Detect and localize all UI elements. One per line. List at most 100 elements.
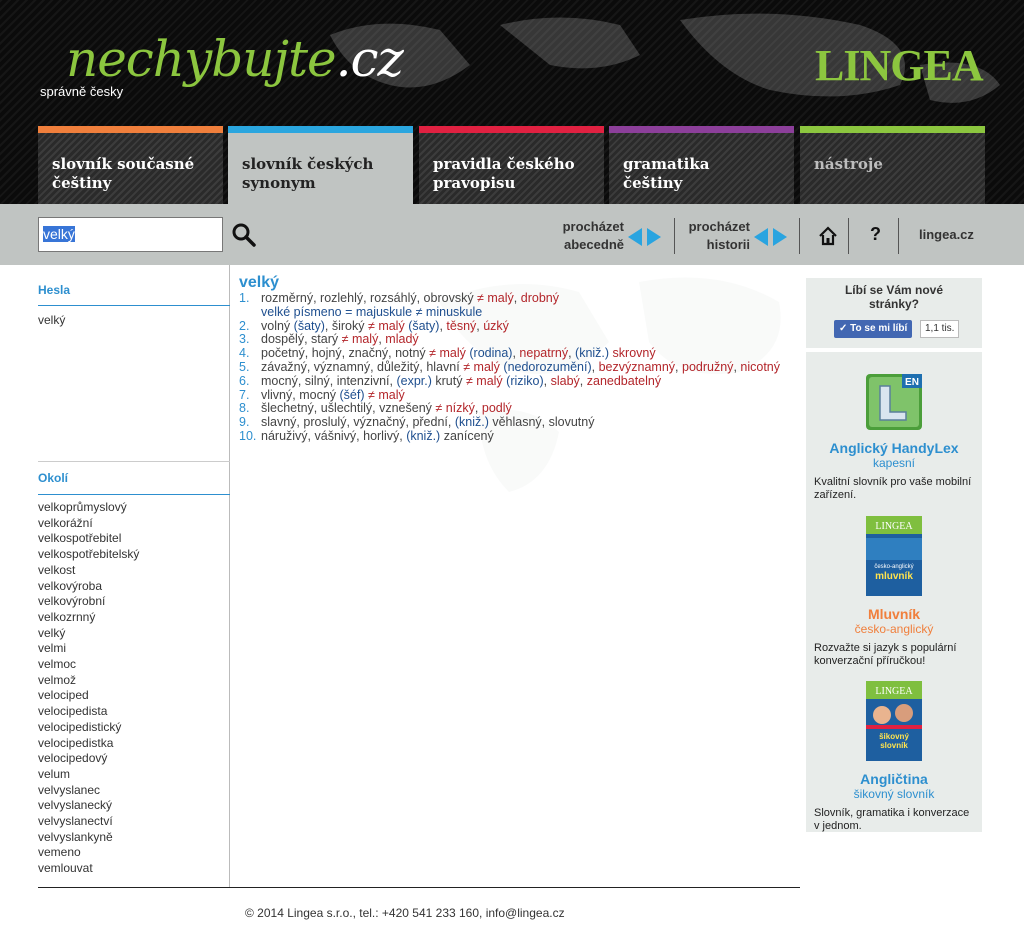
antonym-link[interactable]: malý [378, 388, 404, 402]
tab-gramatika-cestiny[interactable]: gramatika češtiny [609, 126, 794, 204]
synonym-text: , široký [324, 318, 368, 333]
sense-text: vlivný, mocný (šéf) ≠ malý [261, 387, 799, 403]
okoli-item[interactable]: velum [38, 767, 139, 783]
related-phrase: velké písmeno = majuskule ≠ minuskule [261, 304, 483, 319]
usage-label: (šaty) [408, 318, 440, 333]
site-logo[interactable]: nechybujte.cz [66, 30, 404, 88]
antonym-link[interactable]: těsný [446, 319, 476, 333]
okoli-item[interactable]: velmi [38, 641, 139, 657]
promo-subtitle: šikovný slovník [853, 787, 935, 801]
okoli-item[interactable]: vemeno [38, 845, 139, 861]
antonym-link[interactable]: úzký [483, 319, 509, 333]
not-equal-sign: ≠ [341, 332, 352, 347]
lingea-brand-logo[interactable]: LINGEA [815, 40, 984, 91]
antonym-link[interactable]: malý [378, 319, 408, 333]
not-equal-sign: ≠ [465, 373, 477, 388]
toolbar-divider [799, 218, 800, 254]
sense-number: 2. [239, 318, 250, 333]
okoli-item[interactable]: velkost [38, 563, 139, 579]
antonym-link[interactable]: mladý [385, 332, 418, 346]
next-history-arrow-icon[interactable] [773, 228, 787, 246]
synonym-text: rozměrný, rozlehlý, rozsáhlý, obrovský [261, 291, 478, 305]
prev-alpha-arrow-icon[interactable] [628, 228, 642, 246]
antonym-link[interactable]: drobný [521, 291, 559, 305]
okoli-item[interactable]: velocipedistický [38, 720, 139, 736]
prev-history-arrow-icon[interactable] [754, 228, 768, 246]
promo-handylex[interactable]: EN Anglický HandyLex kapesní Kvalitní sl… [806, 374, 982, 502]
synonym-text: vlivný, mocný [261, 387, 340, 402]
usage-label: (šaty) [293, 318, 325, 333]
hesla-item[interactable]: velký [38, 313, 65, 327]
synonym-text: věhlasný, slovutný [492, 415, 595, 430]
okoli-item[interactable]: velvyslankyně [38, 830, 139, 846]
okoli-item[interactable]: velký [38, 626, 139, 642]
lingea-link[interactable]: lingea.cz [919, 227, 974, 242]
okoli-item[interactable]: vemlouvat [38, 861, 139, 877]
fb-like-button[interactable]: ✓ To se mi líbí [834, 320, 913, 338]
synonym-text: , [543, 373, 551, 388]
okoli-item[interactable]: velkospotřebitelský [38, 547, 139, 563]
sense-text: volný (šaty), široký ≠ malý (šaty), těsn… [261, 318, 799, 334]
promo-description: Slovník, gramatika i konverzace v jednom… [814, 807, 970, 832]
tab-label: slovník současné češtiny [52, 155, 195, 192]
okoli-item[interactable]: velkospotřebitel [38, 531, 139, 547]
okoli-item[interactable]: velociped [38, 688, 139, 704]
sense-list: 1. rozměrný, rozlehlý, rozsáhlý, obrovský… [239, 291, 799, 444]
antonym-link[interactable]: malý [487, 291, 513, 305]
antonym-link[interactable]: skrovný [613, 346, 656, 360]
promo-title[interactable]: Angličtina [806, 771, 982, 787]
okoli-item[interactable]: velmoc [38, 657, 139, 673]
antonym-link[interactable]: podružný [682, 360, 733, 374]
usage-label: (rodina) [469, 346, 513, 361]
antonym-link[interactable]: malý [474, 360, 504, 374]
okoli-item[interactable]: velocipedistka [38, 736, 139, 752]
content-bottom-divider [38, 887, 800, 888]
synonym-text: šlechetný, ušlechtilý, vznešený [261, 401, 436, 416]
search-input[interactable]: velký [38, 217, 223, 252]
not-equal-sign: ≠ [367, 318, 379, 333]
okoli-item[interactable]: velmož [38, 673, 139, 689]
search-icon[interactable] [231, 222, 257, 248]
book-line2: mluvník [875, 571, 913, 582]
okoli-item[interactable]: velvyslanecký [38, 798, 139, 814]
antonym-link[interactable]: nicotný [740, 360, 780, 374]
antonym-link[interactable]: malý [352, 332, 378, 346]
synonym-text: mocný, silný, intenzivní, [261, 373, 397, 388]
tab-color-bar [419, 126, 604, 133]
antonym-link[interactable]: slabý [551, 374, 580, 388]
antonym-link[interactable]: malý [476, 374, 506, 388]
okoli-item[interactable]: velvyslanec [38, 783, 139, 799]
okoli-item[interactable]: velocipedista [38, 704, 139, 720]
sense-number: 10. [239, 428, 257, 443]
antonym-link[interactable]: bezvýznamný [599, 360, 675, 374]
sense-item: 10. náruživý, vášnivý, horlivý, (kniž.) z… [239, 428, 799, 444]
antonym-link[interactable]: podlý [482, 401, 512, 415]
next-alpha-arrow-icon[interactable] [647, 228, 661, 246]
tab-nastroje[interactable]: nástroje [800, 126, 985, 204]
okoli-item[interactable]: velvyslanectví [38, 814, 139, 830]
antonym-link[interactable]: nízký [446, 401, 475, 415]
promo-title[interactable]: Mluvník [806, 606, 982, 622]
okoli-item[interactable]: velkozrnný [38, 610, 139, 626]
browse-alphabetically: procházet abecedně [540, 218, 664, 254]
okoli-item[interactable]: velkovýrobní [38, 594, 139, 610]
antonym-link[interactable]: malý [440, 346, 470, 360]
antonym-link[interactable]: zanedbatelný [587, 374, 661, 388]
okoli-item[interactable]: velocipedový [38, 751, 139, 767]
promo-anglictina[interactable]: LINGEA šikovný slovník Angličtina šikovn… [806, 681, 982, 833]
tab-label: slovník českých synonym [242, 155, 374, 192]
antonym-link[interactable]: nepatrný [519, 346, 568, 360]
usage-label: (riziko) [506, 373, 544, 388]
tab-slovnik-ceskych-synonym[interactable]: slovník českých synonym [228, 126, 413, 204]
okoli-item[interactable]: velkorážní [38, 516, 139, 532]
tab-color-bar [228, 126, 413, 133]
tab-pravidla-ceskeho-pravopisu[interactable]: pravidla českého pravopisu [419, 126, 604, 204]
help-button[interactable]: ? [870, 224, 881, 245]
okoli-item[interactable]: velkovýroba [38, 579, 139, 595]
book-brand: LINGEA [875, 521, 913, 532]
home-icon[interactable] [818, 226, 838, 246]
tab-slovnik-soucasne-cestiny[interactable]: slovník současné češtiny [38, 126, 223, 204]
okoli-item[interactable]: velkoprůmyslový [38, 500, 139, 516]
promo-title[interactable]: Anglický HandyLex [806, 440, 982, 456]
promo-mluvnik[interactable]: LINGEA česko-anglický mluvník Mluvník če… [806, 516, 982, 668]
